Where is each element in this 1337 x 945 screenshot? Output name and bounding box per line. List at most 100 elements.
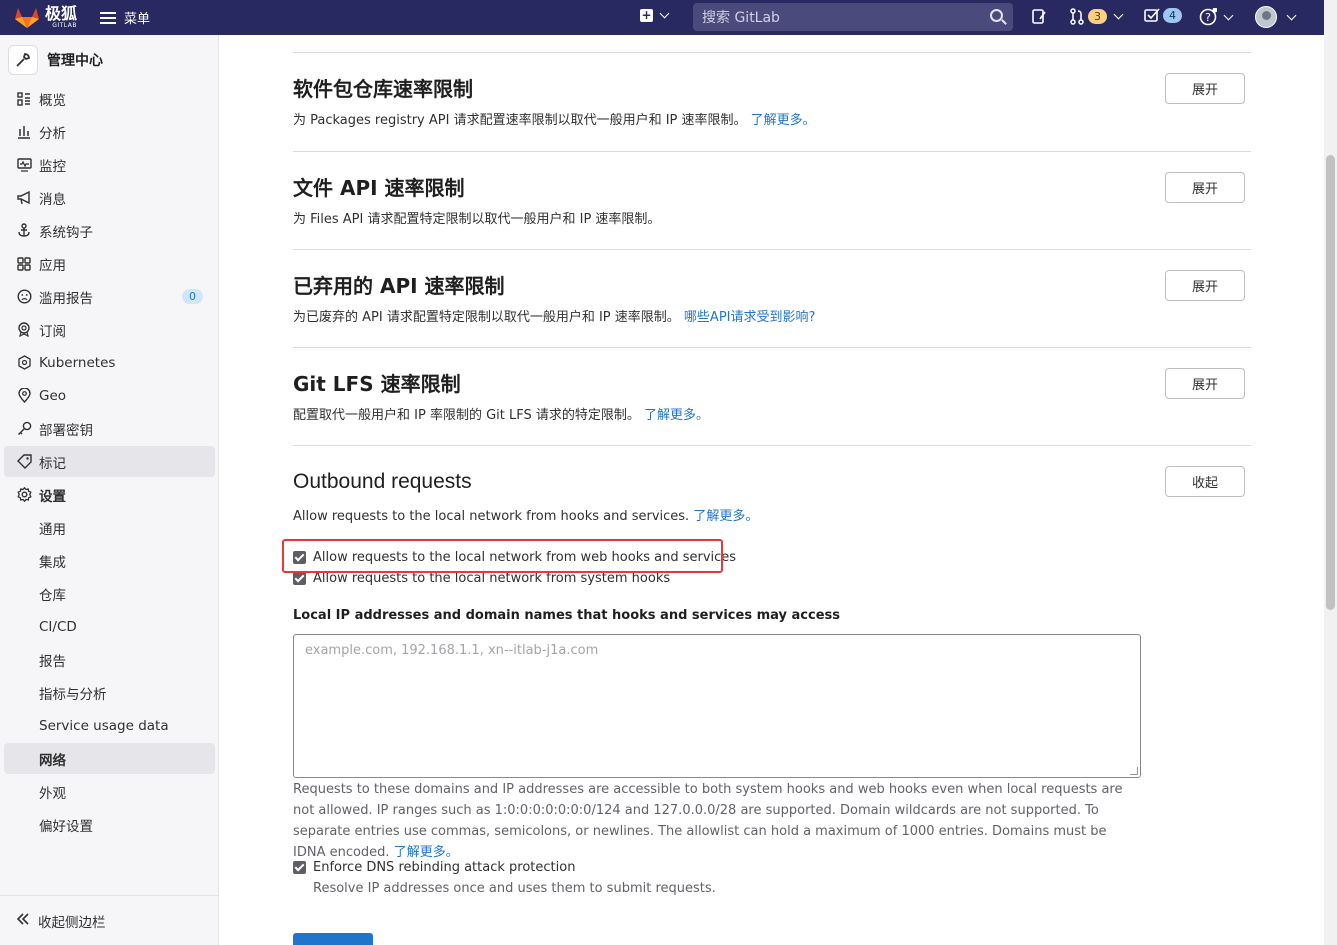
sidebar-header[interactable]: 管理中心 [0,35,218,85]
hamburger-icon [100,11,116,24]
todos-button[interactable]: 4 [1144,8,1182,23]
sidebar: 管理中心 概览 分析 监控 消息 系统钩子 应用 滥用报告 0 订阅 Kuber… [0,35,219,945]
sidebar-sub-metrics[interactable]: 指标与分析 [4,677,215,708]
sidebar-item-label: Geo [39,387,67,404]
merge-requests-button[interactable]: 3 [1069,8,1124,25]
checkbox-checked[interactable] [293,572,306,585]
affected-apis-link[interactable]: 哪些API请求受到影响? [684,310,815,325]
brand-name: 极狐 [45,4,78,23]
learn-more-link[interactable]: 了解更多。 [751,113,816,128]
sidebar-item-label: 设置 [39,488,66,505]
dns-rebinding-checkbox-row[interactable]: Enforce DNS rebinding attack protection [293,860,575,875]
search-input[interactable]: 搜索 GitLab [693,3,1013,31]
resize-handle[interactable] [1130,767,1138,775]
sidebar-item-label: 概览 [39,92,66,109]
settings-icon [16,487,32,503]
help-button[interactable]: ? [1199,8,1234,26]
section-title: Outbound requests [293,470,472,493]
hook-icon [16,223,32,239]
todos-count: 4 [1163,8,1182,23]
scrollbar-thumb[interactable] [1326,155,1335,610]
merge-requests-count: 3 [1088,9,1107,24]
section-package-registry-rate-limits: 软件包仓库速率限制 为 Packages registry API 请求配置速率… [293,73,1251,128]
user-menu-button[interactable] [1255,6,1297,28]
sidebar-sub-label: 集成 [39,554,66,571]
collapse-button[interactable]: 收起 [1165,466,1245,497]
section-description-text: Allow requests to the local network from… [293,509,690,524]
expand-button[interactable]: 展开 [1165,172,1245,203]
sidebar-item-deploy-keys[interactable]: 部署密钥 [4,413,215,444]
sidebar-sub-network[interactable]: 网络 [4,743,215,774]
sidebar-sub-service-usage[interactable]: Service usage data [4,710,215,741]
abuse-count-badge: 0 [182,289,203,304]
checkbox-checked[interactable] [293,861,306,874]
expand-button[interactable]: 展开 [1165,368,1245,399]
section-description-text: 为 Packages registry API 请求配置速率限制以取代一般用户和… [293,113,747,128]
brand-sub: GITLAB [52,22,78,29]
section-description: 为 Files API 请求配置特定限制以取代一般用户和 IP 速率限制。 [293,212,661,227]
allow-system-hooks-checkbox-row[interactable]: Allow requests to the local network from… [293,571,670,586]
sidebar-item-settings[interactable]: 设置 [4,479,215,510]
todo-icon [1144,8,1160,22]
learn-more-link[interactable]: 了解更多。 [693,509,758,524]
sidebar-item-label: 应用 [39,257,66,274]
messages-icon [16,190,32,206]
plus-square-icon: + [640,8,653,22]
sidebar-item-analytics[interactable]: 分析 [4,116,215,147]
sidebar-item-system-hooks[interactable]: 系统钩子 [4,215,215,246]
sidebar-item-label: 分析 [39,125,66,142]
sidebar-item-label: 滥用报告 [39,290,93,307]
sidebar-item-labels[interactable]: 标记 [4,446,215,477]
sidebar-sub-general[interactable]: 通用 [4,512,215,543]
new-dropdown-button[interactable]: + [640,8,670,22]
save-changes-button[interactable] [293,933,373,945]
sidebar-item-label: 订阅 [39,323,66,340]
sidebar-sub-integrations[interactable]: 集成 [4,545,215,576]
sidebar-sub-repository[interactable]: 仓库 [4,578,215,609]
geo-icon [16,388,32,404]
checkbox-label: Allow requests to the local network from… [313,571,671,586]
sidebar-item-monitor[interactable]: 监控 [4,149,215,180]
sidebar-item-applications[interactable]: 应用 [4,248,215,279]
analytics-icon [16,124,32,140]
collapse-label: 收起侧边栏 [38,914,106,931]
help-icon: ? [1199,8,1217,26]
sidebar-sub-preferences[interactable]: 偏好设置 [4,809,215,840]
sidebar-sub-cicd[interactable]: CI/CD [4,611,215,642]
expand-button[interactable]: 展开 [1165,270,1245,301]
allowlist-textarea[interactable]: example.com, 192.168.1.1, xn--itlab-j1a.… [293,634,1141,778]
svg-text:?: ? [1205,11,1211,24]
expand-button[interactable]: 展开 [1165,73,1245,104]
search-placeholder: 搜索 GitLab [702,10,780,26]
sidebar-sub-appearance[interactable]: 外观 [4,776,215,807]
sidebar-item-messages[interactable]: 消息 [4,182,215,213]
double-chevron-left-icon [16,912,30,929]
highlight-box [282,539,723,573]
collapse-sidebar-button[interactable]: 收起侧边栏 [0,895,218,945]
chevron-down-icon [659,8,670,19]
section-description: 为已废弃的 API 请求配置特定限制以取代一般用户和 IP 速率限制。 哪些AP… [293,306,1251,325]
learn-more-link[interactable]: 了解更多。 [644,408,709,423]
section-files-api-rate-limits: 文件 API 速率限制 为 Files API 请求配置特定限制以取代一般用户和… [293,172,1251,227]
issues-button[interactable] [1031,8,1047,25]
sidebar-sub-label: CI/CD [39,618,77,635]
gitlab-fox-icon [15,7,39,28]
sidebar-sub-label: 网络 [39,752,66,769]
section-deprecated-api-rate-limits: 已弃用的 API 速率限制 为已废弃的 API 请求配置特定限制以取代一般用户和… [293,270,1251,325]
sidebar-sub-label: 通用 [39,521,66,538]
sidebar-item-label: 监控 [39,158,66,175]
sidebar-item-geo[interactable]: Geo [4,380,215,411]
kubernetes-icon [16,355,32,371]
menu-button[interactable]: 菜单 [100,8,150,27]
sidebar-sub-reporting[interactable]: 报告 [4,644,215,675]
sidebar-item-abuse-reports[interactable]: 滥用报告 0 [4,281,215,312]
section-divider [293,445,1251,446]
brand-logo[interactable]: 极狐 GITLAB [14,6,94,29]
sidebar-item-kubernetes[interactable]: Kubernetes [4,347,215,378]
learn-more-link[interactable]: 了解更多。 [394,845,459,860]
allowlist-help-text: Requests to these domains and IP address… [293,779,1133,863]
section-description: 为 Packages registry API 请求配置速率限制以取代一般用户和… [293,109,1251,128]
sidebar-item-overview[interactable]: 概览 [4,83,215,114]
overview-icon [16,91,32,107]
sidebar-item-subscription[interactable]: 订阅 [4,314,215,345]
